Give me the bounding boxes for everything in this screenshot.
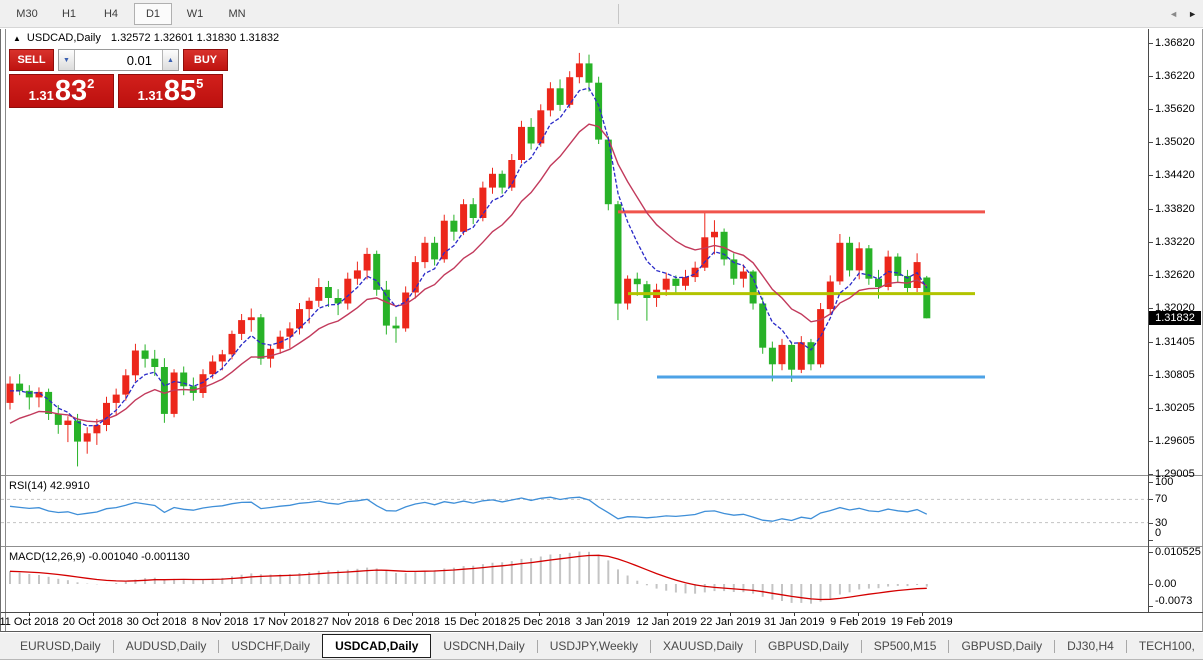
tab-usdchf-daily[interactable]: USDCHF,Daily: [219, 634, 322, 658]
tab-tech100-[interactable]: TECH100,: [1127, 634, 1203, 658]
chart-title-bar[interactable]: ▲ USDCAD,Daily 1.32572 1.32601 1.31830 1.3…: [13, 32, 279, 44]
buy-price-box[interactable]: 1.31855: [118, 74, 223, 108]
tab-gbpusd-daily[interactable]: GBPUSD,Daily: [756, 634, 861, 658]
candles-layer: [7, 53, 931, 467]
timeframe-button-d1[interactable]: D1: [134, 3, 172, 25]
ma-fast-line: [10, 88, 927, 426]
chart-plot-area[interactable]: [1, 29, 1149, 632]
price-axis-label: 1.35620: [1155, 103, 1203, 115]
rsi-label: RSI(14) 42.9910: [9, 480, 90, 492]
price-axis-tick: [1149, 43, 1153, 44]
one-click-trading-panel: SELL ▼ ▲ BUY 1.31832 1.31855: [9, 49, 228, 108]
current-price-tag: 1.31832: [1149, 311, 1201, 325]
date-axis-label: 19 Feb 2019: [884, 616, 960, 628]
rsi-axis-tick: [1149, 523, 1153, 524]
sell-price-box[interactable]: 1.31832: [9, 74, 114, 108]
scroll-tabs-left-button[interactable]: ◄: [1169, 9, 1178, 19]
rsi-axis-label: 0: [1155, 527, 1203, 539]
collapse-triangle-icon[interactable]: ▲: [13, 34, 21, 43]
main-rsi-divider[interactable]: [1, 475, 1203, 476]
tab-audusd-daily[interactable]: AUDUSD,Daily: [114, 634, 219, 658]
timeframe-toolbar: M30H1H4D1W1MN: [0, 0, 1203, 28]
price-axis-label: 1.33820: [1155, 203, 1203, 215]
scroll-tabs-right-button[interactable]: ►: [1188, 9, 1197, 19]
rsi-axis-label: 70: [1155, 493, 1203, 505]
sell-button[interactable]: SELL: [9, 49, 54, 71]
sell-price-sup: 2: [87, 76, 94, 91]
price-axis-tick: [1149, 175, 1153, 176]
macd-axis-label: -0.0073: [1155, 595, 1203, 607]
buy-price-sup: 5: [196, 76, 203, 91]
timeframe-button-h4[interactable]: H4: [92, 3, 130, 25]
mt4-terminal: M30H1H4D1W1MN ▲ USDCAD,Daily 1.32572 1.326…: [0, 0, 1203, 660]
chart-tabs-bar: EURUSD,DailyAUDUSD,DailyUSDCHF,DailyUSDC…: [0, 633, 1203, 660]
price-axis-tick: [1149, 76, 1153, 77]
price-axis-label: 1.33220: [1155, 236, 1203, 248]
chart-symbol-label: USDCAD,Daily: [27, 32, 101, 44]
tab-dj30-h4[interactable]: DJ30,H4: [1055, 634, 1126, 658]
tab-usdcnh-daily[interactable]: USDCNH,Daily: [431, 634, 536, 658]
toolbar-separator: [618, 4, 619, 24]
price-axis-tick: [1149, 441, 1153, 442]
macd-axis-label: 0.010525: [1155, 546, 1203, 558]
rsi-axis-tick: [1149, 540, 1153, 541]
macd-axis-tick: [1149, 552, 1153, 553]
price-axis-tick: [1149, 408, 1153, 409]
macd-label: MACD(12,26,9) -0.001040 -0.001130: [9, 551, 190, 563]
timeframe-button-m30[interactable]: M30: [8, 3, 46, 25]
price-axis-label: 1.34420: [1155, 169, 1203, 181]
lot-increase-button[interactable]: ▲: [162, 50, 178, 70]
chart-window: ▲ USDCAD,Daily 1.32572 1.32601 1.31830 1.3…: [0, 29, 1203, 632]
lot-size-input[interactable]: [75, 50, 162, 70]
timeframe-button-h1[interactable]: H1: [50, 3, 88, 25]
timeframe-button-mn[interactable]: MN: [218, 3, 256, 25]
rsi-axis-label: 100: [1155, 476, 1203, 488]
price-axis-tick: [1149, 209, 1153, 210]
price-axis-tick: [1149, 142, 1153, 143]
tab-gbpusd-daily[interactable]: GBPUSD,Daily: [949, 634, 1054, 658]
price-axis-label: 1.30805: [1155, 369, 1203, 381]
tab-xauusd-daily[interactable]: XAUUSD,Daily: [651, 634, 755, 658]
lot-size-stepper: ▼ ▲: [58, 49, 179, 71]
price-axis-tick: [1149, 308, 1153, 309]
price-axis-tick: [1149, 375, 1153, 376]
timeframe-button-w1[interactable]: W1: [176, 3, 214, 25]
macd-axis-tick: [1149, 606, 1153, 607]
lot-decrease-button[interactable]: ▼: [59, 50, 75, 70]
price-axis-label: 1.31405: [1155, 336, 1203, 348]
tab-usdcad-daily[interactable]: USDCAD,Daily: [322, 634, 431, 658]
macd-axis-tick: [1149, 584, 1153, 585]
tab-scroll-controls: ◄ ►: [1163, 0, 1197, 27]
tab-sp500-m15[interactable]: SP500,M15: [862, 634, 949, 658]
sell-price-prefix: 1.31: [29, 88, 54, 103]
chart-ohlc-values: 1.32572 1.32601 1.31830 1.31832: [111, 32, 279, 44]
buy-price-prefix: 1.31: [138, 88, 163, 103]
buy-price-big: 85: [164, 75, 196, 107]
price-axis-tick: [1149, 275, 1153, 276]
tab-usdjpy-weekly[interactable]: USDJPY,Weekly: [538, 634, 650, 658]
price-axis-tick: [1149, 109, 1153, 110]
price-axis-label: 1.32620: [1155, 269, 1203, 281]
tab-eurusd-daily[interactable]: EURUSD,Daily: [8, 634, 113, 658]
price-axis-label: 1.35020: [1155, 136, 1203, 148]
buy-button[interactable]: BUY: [183, 49, 228, 71]
price-axis-tick: [1149, 342, 1153, 343]
price-axis-label: 1.29605: [1155, 435, 1203, 447]
macd-axis-label: 0.00: [1155, 578, 1203, 590]
rsi-axis-tick: [1149, 499, 1153, 500]
rsi-macd-divider[interactable]: [1, 546, 1203, 547]
sell-price-big: 83: [55, 75, 87, 107]
price-axis-label: 1.36220: [1155, 70, 1203, 82]
price-axis-label: 1.30205: [1155, 402, 1203, 414]
price-axis-tick: [1149, 242, 1153, 243]
price-axis-tick: [1149, 474, 1153, 475]
price-axis-label: 1.36820: [1155, 37, 1203, 49]
rsi-line: [10, 497, 927, 521]
rsi-axis-tick: [1149, 482, 1153, 483]
